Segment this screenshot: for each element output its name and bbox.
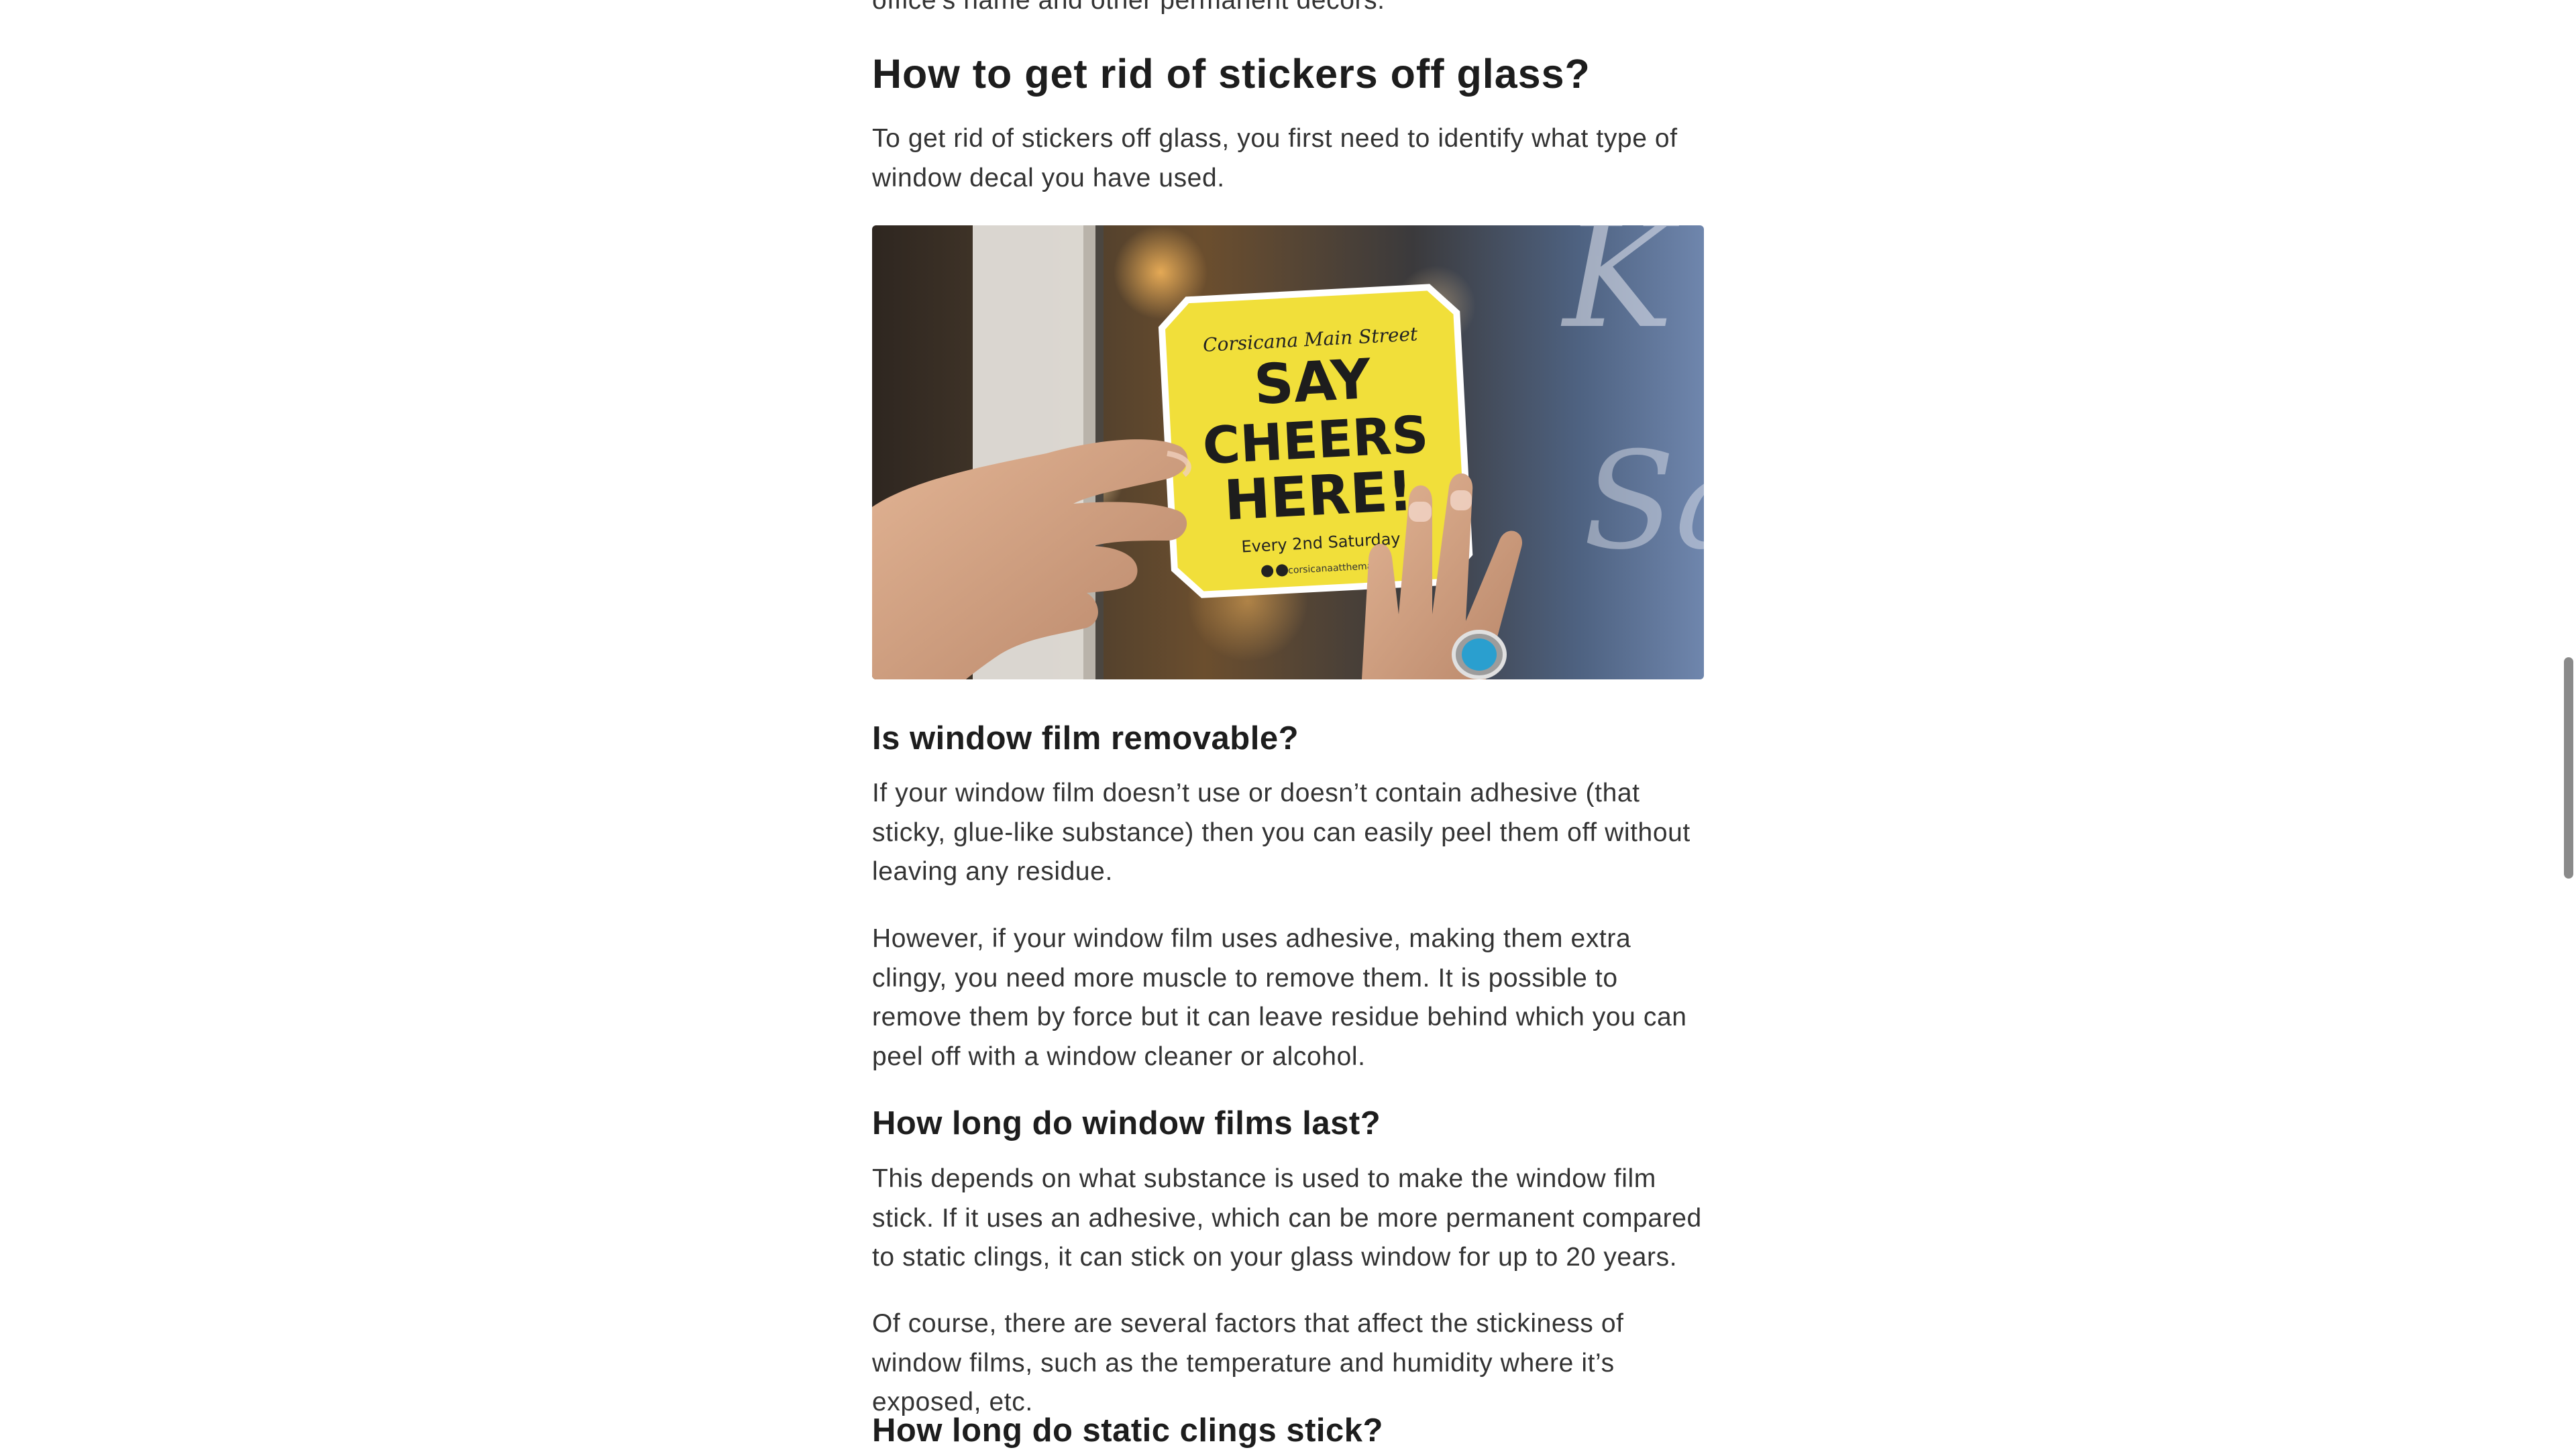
paragraph-films-last-1: This depends on what substance is used t… — [872, 1164, 1702, 1272]
cut-off-paragraph: office’s name and other permanent decors… — [872, 0, 1385, 15]
heading-static-clings: How long do static clings stick? — [872, 1412, 1383, 1449]
sticker-say: SAY — [1252, 347, 1373, 417]
paragraph-film-removable-1: If your window film doesn’t use or doesn… — [872, 779, 1690, 886]
window-letters-sa: Sa — [1583, 423, 1704, 579]
paragraph-intro: To get rid of stickers off glass, you fi… — [872, 124, 1678, 192]
heading-film-removable: Is window film removable? — [872, 720, 1299, 757]
sticker-photo: K Sa Corsicana Main Street SAY CHEERS HE… — [872, 225, 1704, 679]
heading-films-last: How long do window films last? — [872, 1105, 1381, 1141]
page-scrollbar[interactable] — [2561, 0, 2576, 1448]
scrollbar-thumb[interactable] — [2564, 657, 2573, 879]
heading-stickers-off-glass: How to get rid of stickers off glass? — [872, 51, 1591, 97]
paragraph-films-last-2: Of course, there are several factors tha… — [872, 1309, 1624, 1416]
window-letter-k: K — [1560, 225, 1680, 361]
paragraph-film-removable-2: However, if your window film uses adhesi… — [872, 924, 1687, 1071]
sticker-photo-illustration: K Sa Corsicana Main Street SAY CHEERS HE… — [872, 225, 1704, 679]
sticker-here: HERE! — [1223, 459, 1415, 533]
